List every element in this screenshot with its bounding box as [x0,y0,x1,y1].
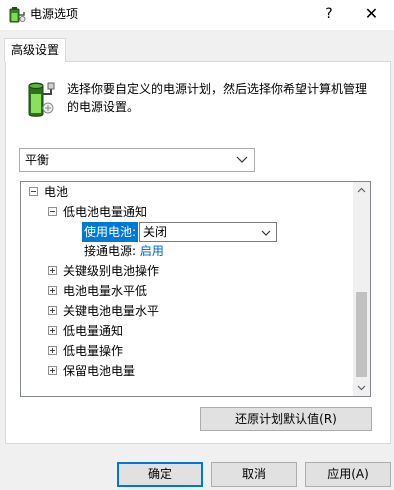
setting-label-plugged-in: 接通电源: [84,244,137,258]
tree-item-label: 低电量通知 [63,324,124,338]
expand-icon[interactable] [48,346,57,355]
apply-button[interactable]: 应用(A) [305,462,391,487]
help-button[interactable]: ? [309,0,349,30]
tree-item-battery[interactable]: 电池 [29,183,68,203]
tab-advanced-settings[interactable]: 高级设置 [4,38,66,62]
tree-item-label: 电池 [44,185,69,199]
tree-item[interactable]: 电池电量水平低 [48,282,147,302]
tree-scrollbar[interactable] [353,182,370,396]
tree-item[interactable]: 保留电池电量 [48,362,135,382]
power-plan-dropdown[interactable]: 平衡 [19,148,255,172]
chevron-down-icon [236,153,248,165]
settings-tree[interactable]: 电池 低电池电量通知 使用电池: 关闭 接通电源: 启用 关键级别电池操作 电池… [20,181,371,397]
plugged-in-value-link[interactable]: 启用 [140,244,164,258]
tree-item[interactable]: 关键电池电量水平 [48,302,159,322]
setting-label-on-battery: 使用电池: [82,222,139,242]
chevron-down-icon [261,227,271,237]
tree-item-label: 关键电池电量水平 [63,304,160,318]
tree-item-label: 关键级别电池操作 [63,264,160,278]
power-plan-value: 平衡 [25,153,50,167]
power-options-icon [8,6,26,24]
expand-icon[interactable] [48,366,57,375]
expand-icon[interactable] [48,326,57,335]
tree-item-label: 电池电量水平低 [63,284,148,298]
on-battery-value: 关闭 [143,225,168,239]
scroll-up-icon[interactable] [353,182,370,199]
collapse-icon[interactable] [29,187,38,196]
instruction-text: 选择你要自定义的电源计划，然后选择你希望计算机管理的电源设置。 [67,82,368,114]
restore-defaults-button[interactable]: 还原计划默认值(R) [200,407,372,431]
expand-icon[interactable] [48,266,57,275]
battery-plan-icon [21,80,57,118]
expand-icon[interactable] [48,306,57,315]
cancel-button[interactable]: 取消 [211,462,297,487]
ok-button[interactable]: 确定 [117,462,203,487]
setting-plugged-in[interactable]: 接通电源: 启用 [84,242,164,262]
window-title: 电源选项 [30,7,79,21]
tree-item[interactable]: 低电量操作 [48,342,123,362]
on-battery-dropdown[interactable]: 关闭 [139,222,277,242]
scrollbar-thumb[interactable] [356,292,367,377]
tree-item[interactable]: 低电量通知 [48,322,123,342]
tree-item-label: 保留电池电量 [63,364,136,378]
scroll-down-icon[interactable] [353,379,370,396]
tree-item-label: 低电池电量通知 [63,205,148,219]
tree-item-label: 低电量操作 [63,344,124,358]
tree-item-low-battery-notification[interactable]: 低电池电量通知 [48,203,147,223]
expand-icon[interactable] [48,286,57,295]
close-button[interactable]: ✕ [349,0,394,30]
tree-item[interactable]: 关键级别电池操作 [48,262,159,282]
collapse-icon[interactable] [48,207,57,216]
title-bar: 电源选项 ? ✕ [0,0,394,30]
